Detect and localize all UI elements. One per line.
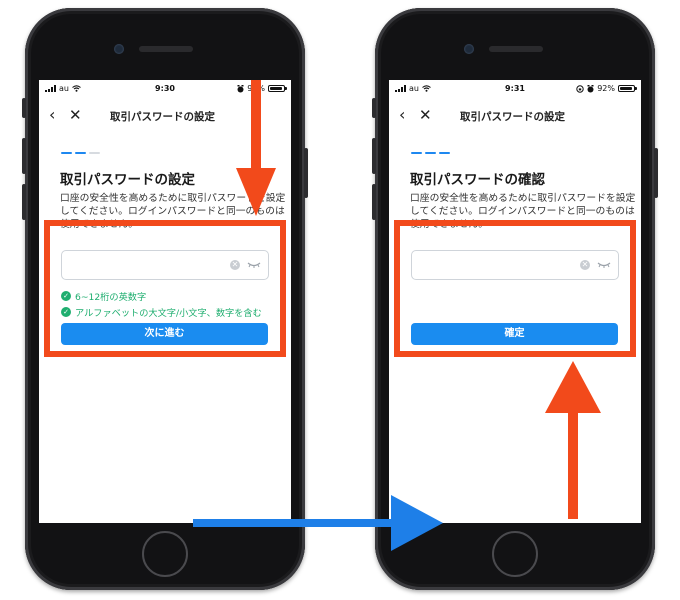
volume-up-button (372, 138, 376, 174)
home-button[interactable] (142, 531, 188, 577)
mute-switch (372, 98, 376, 118)
step-progress (61, 152, 100, 154)
progress-segment (89, 152, 100, 154)
progress-segment (75, 152, 86, 154)
back-chevron-icon[interactable]: ‹ (49, 106, 55, 124)
front-camera (114, 44, 124, 54)
progress-segment (439, 152, 450, 154)
close-icon[interactable]: ✕ (69, 106, 82, 124)
status-bar: au 9:31 92% (389, 80, 641, 98)
lock-rotation-icon (576, 84, 584, 93)
nav-title: 取引パスワードの設定 (460, 111, 565, 123)
progress-segment (411, 152, 422, 154)
close-icon[interactable]: ✕ (419, 106, 432, 124)
power-button (654, 148, 658, 198)
navigation-bar: ‹ ✕ 取引パスワードの設定 (389, 106, 641, 126)
home-button[interactable] (492, 531, 538, 577)
progress-segment (425, 152, 436, 154)
front-camera (464, 44, 474, 54)
step-progress (411, 152, 450, 154)
back-chevron-icon[interactable]: ‹ (399, 106, 405, 124)
red-down-arrow-icon (236, 80, 276, 216)
battery-percent: 92% (597, 84, 615, 93)
mute-switch (22, 98, 26, 118)
page-heading: 取引パスワードの設定 (60, 172, 195, 188)
earpiece-speaker (489, 46, 543, 52)
power-button (304, 148, 308, 198)
blue-right-arrow-icon (193, 495, 443, 551)
page-heading: 取引パスワードの確認 (410, 172, 545, 188)
volume-up-button (22, 138, 26, 174)
progress-segment (61, 152, 72, 154)
red-up-arrow-icon (545, 361, 601, 519)
battery-fill (620, 87, 632, 90)
nav-title: 取引パスワードの設定 (110, 111, 215, 123)
volume-down-button (22, 184, 26, 220)
volume-down-button (372, 184, 376, 220)
alarm-icon (587, 84, 594, 92)
earpiece-speaker (139, 46, 193, 52)
left-highlight-box (44, 220, 286, 357)
battery-icon (618, 85, 637, 92)
right-highlight-box (394, 220, 636, 357)
